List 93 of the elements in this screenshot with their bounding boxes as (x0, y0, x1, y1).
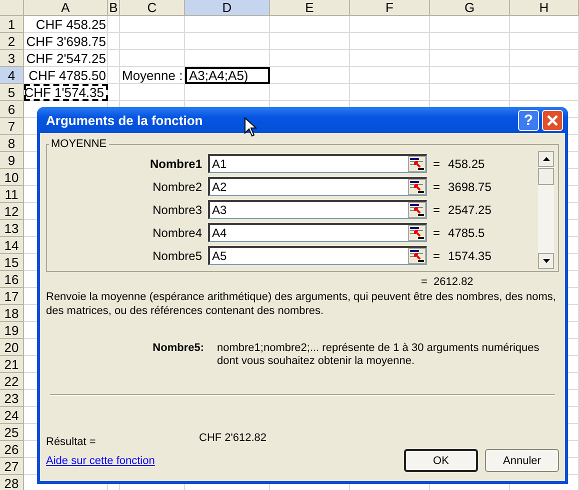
close-icon (546, 114, 559, 126)
row-header[interactable]: 4 (0, 67, 24, 84)
active-cell[interactable]: A3;A4;A5) (185, 67, 270, 84)
help-button[interactable]: ? (518, 110, 539, 130)
column-header[interactable]: F (350, 0, 430, 16)
ok-button[interactable]: OK (404, 449, 478, 472)
row-header[interactable]: 6 (0, 101, 24, 118)
argument-value: 458.25 (448, 156, 485, 170)
result-value: CHF 2'612.82 (199, 432, 267, 444)
argument-label: Nombre4 (152, 226, 203, 240)
argument-label: Nombre2 (152, 180, 203, 194)
row-header[interactable]: 16 (0, 271, 24, 288)
table-cell[interactable]: Moyenne : (120, 67, 185, 84)
row-header[interactable]: 8 (0, 135, 24, 152)
scroll-up-button[interactable] (538, 151, 554, 167)
range-select-icon (410, 227, 424, 239)
row-header[interactable]: 23 (0, 390, 24, 407)
equals-sign: = (433, 248, 440, 262)
argument-help-label: Nombre5: (152, 342, 204, 356)
argument-label: Nombre1 (148, 156, 203, 170)
range-select-button[interactable] (408, 248, 426, 264)
range-select-button[interactable] (408, 156, 426, 172)
argument-label: Nombre3 (152, 202, 203, 216)
window-title: Arguments de la fonction (46, 112, 203, 128)
equals-sign: = (433, 226, 440, 240)
row-header[interactable]: 2 (0, 33, 24, 50)
row-header[interactable]: 27 (0, 458, 24, 475)
row-header[interactable]: 13 (0, 220, 24, 237)
row-header[interactable]: 5 (0, 84, 24, 101)
formula-result: = 2612.82 (421, 276, 474, 288)
argument-value: 1574.35 (448, 248, 492, 262)
argument-value: 4785.5 (448, 226, 485, 240)
table-cell[interactable]: CHF 4785.50 (24, 67, 108, 84)
column-header[interactable]: H (510, 0, 579, 16)
scroll-thumb[interactable] (538, 168, 554, 185)
result-label: Résultat = (46, 436, 97, 448)
help-link[interactable]: Aide sur cette fonction (46, 454, 397, 466)
row-header[interactable]: 11 (0, 186, 24, 203)
row-header[interactable]: 21 (0, 356, 24, 373)
row-header[interactable]: 19 (0, 322, 24, 339)
row-header[interactable]: 1 (0, 16, 24, 33)
row-header[interactable]: 12 (0, 203, 24, 220)
range-select-button[interactable] (408, 179, 426, 195)
argument-value: 2547.25 (448, 202, 492, 216)
equals-sign: = (433, 156, 440, 170)
range-select-icon (410, 250, 424, 262)
input-field[interactable]: A2 (208, 177, 427, 196)
column-header[interactable]: E (270, 0, 350, 16)
row-header[interactable]: 20 (0, 339, 24, 356)
range-select-button[interactable] (408, 225, 426, 241)
column-header[interactable]: A (24, 0, 108, 16)
group-label: MOYENNE (50, 138, 108, 150)
row-header[interactable]: 18 (0, 305, 24, 322)
scrollbar[interactable] (538, 151, 554, 269)
column-header[interactable]: C (120, 0, 185, 16)
row-header[interactable]: 26 (0, 441, 24, 458)
column-header[interactable]: G (430, 0, 510, 16)
equals-sign: = (433, 180, 440, 194)
table-cell[interactable]: CHF 2'547.25 (24, 50, 108, 67)
range-select-icon (410, 204, 424, 216)
row-header[interactable]: 14 (0, 237, 24, 254)
row-header[interactable]: 10 (0, 169, 24, 186)
close-button[interactable] (542, 110, 563, 130)
input-field[interactable]: A5 (208, 246, 427, 265)
row-header[interactable]: 9 (0, 152, 24, 169)
down-arrow-icon (542, 259, 550, 263)
argument-value: 3698.75 (448, 180, 492, 194)
row-header[interactable]: 22 (0, 373, 24, 390)
function-description: Renvoie la moyenne (espérance arithmétique) des arguments, qui peuvent être des nombres, des noms, des matrices, ou des références contenant des nombres. (46, 290, 556, 318)
row-header[interactable]: 17 (0, 288, 24, 305)
row-header[interactable]: 7 (0, 118, 24, 135)
argument-help-text: nombre1;nombre2;... représente de 1 à 30 arguments numériques dont vous souhaitez obtenir la moyenne. (217, 342, 540, 368)
row-header[interactable]: 24 (0, 407, 24, 424)
scroll-down-button[interactable] (538, 253, 554, 269)
range-select-icon (410, 158, 424, 170)
range-select-icon (410, 181, 424, 193)
row-header[interactable]: 3 (0, 50, 24, 67)
input-field[interactable]: A4 (208, 223, 427, 242)
row-header[interactable]: 28 (0, 475, 24, 490)
row-header[interactable]: 25 (0, 424, 24, 441)
cursor-icon (244, 117, 257, 137)
up-arrow-icon (542, 157, 550, 161)
range-select-button[interactable] (408, 202, 426, 218)
input-field[interactable]: A3 (208, 200, 427, 219)
row-header[interactable]: 15 (0, 254, 24, 271)
argument-label: Nombre5 (152, 248, 203, 262)
equals-sign: = (433, 202, 440, 216)
column-header[interactable]: D (185, 0, 270, 16)
cancel-button[interactable]: Annuler (485, 449, 559, 472)
table-cell[interactable]: CHF 458.25 (24, 16, 108, 33)
input-field[interactable]: A1 (208, 154, 427, 173)
column-header[interactable]: B (108, 0, 120, 16)
table-cell[interactable]: CHF 3'698.75 (24, 33, 108, 50)
